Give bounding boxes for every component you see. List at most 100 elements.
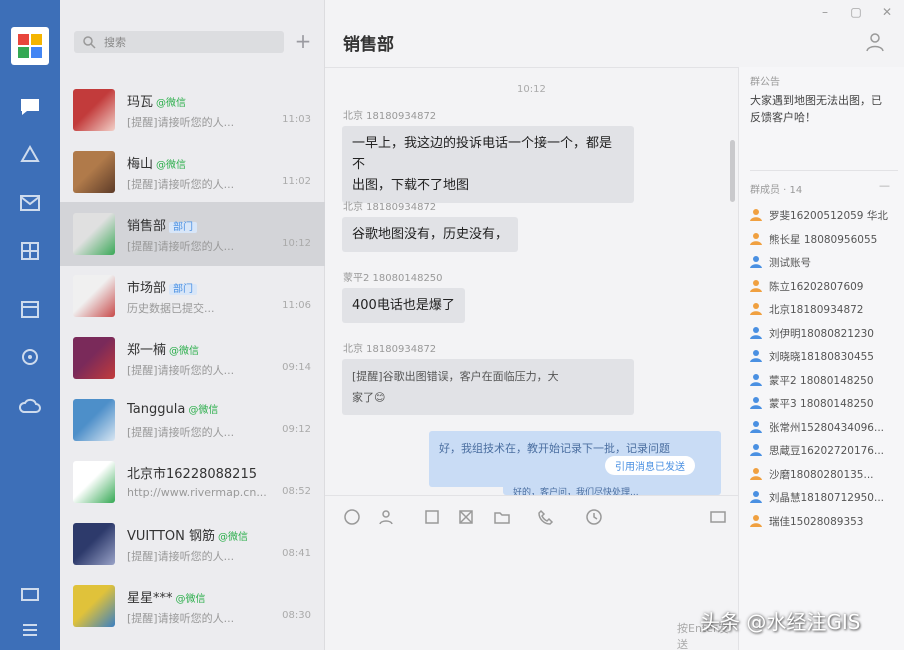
member-item[interactable]: 蒙平3 18080148250 [750,394,902,414]
contacts-icon[interactable] [18,144,42,166]
conversation-time: 11:03 [282,114,311,125]
menu-icon[interactable] [18,619,42,641]
member-item[interactable]: 刘晶慧18180712950... [750,488,902,508]
message-sender: 北京 18180934872 [343,202,437,213]
member-item[interactable]: 北京18180934872 [750,300,902,320]
user-icon [750,443,762,456]
group-profile-icon[interactable] [864,31,886,53]
settings-icon[interactable] [18,346,42,368]
member-item[interactable]: 思蔵豆16202720176... [750,441,902,461]
conversation-item[interactable]: 北京市16228088215 http://www.rivermap.cn... 0… [60,450,325,514]
conversation-name: Tanggula @微信 [127,401,218,417]
screen-icon[interactable] [18,584,42,606]
quote-chip[interactable]: 引用消息已发送 [605,456,695,475]
message-sender: 北京 18180934872 [343,344,437,355]
member-name: 北京18180934872 [769,304,864,316]
message-bubble[interactable]: 400电话也是爆了 [342,288,465,323]
conversation-name: VUITTON 钢筋 @微信 [127,525,248,544]
user-icon [750,349,762,362]
member-item[interactable]: 刘晓晓18180830455 [750,347,902,367]
cloud-icon[interactable] [18,395,42,417]
app-logo[interactable] [11,27,49,65]
conversation-preview: [提醒]请接听您的人... [127,612,235,625]
member-item[interactable]: 瑞佳15028089353 [750,512,902,532]
divider [325,67,738,68]
member-item[interactable]: 罗斐16200512059 华北 [750,206,902,226]
minimize-button[interactable]: – [818,5,832,19]
message-bubble[interactable]: [提醒]谷歌出图错误，客户在面临压力，大 家了😊 [342,359,634,415]
member-name: 蒙平3 18080148250 [769,398,874,410]
message-line: [提醒]谷歌出图错误，客户在面临压力，大 [352,370,559,383]
watermark: 头条 @水经注GIS [700,610,861,634]
member-name: 罗斐16200512059 华北 [769,210,888,222]
screenshot-icon[interactable] [457,508,475,526]
member-item[interactable]: 熊长星 18080956055 [750,230,902,250]
mention-icon[interactable] [377,508,395,526]
chat-icon[interactable] [18,96,42,118]
avatar [73,523,115,565]
avatar [73,399,115,441]
conversation-tag: 部门 [169,222,198,233]
conversation-item[interactable]: Tanggula @微信 [提醒]请接听您的人... 09:12 [60,388,325,452]
conversation-preview: http://www.rivermap.cn... [127,486,267,499]
expand-icon[interactable] [709,508,727,526]
apps-icon[interactable] [18,240,42,262]
self-message-bubble[interactable]: 好的，客户问，我们尽快处理... [503,481,721,495]
user-icon [750,208,762,221]
message-bubble[interactable]: 谷歌地图没有，历史没有， [342,217,519,252]
conversation-name: 星星*** @微信 [127,587,206,606]
conversation-name-text: 玛瓦 [127,95,154,110]
add-button[interactable]: + [292,29,314,53]
conversation-name-text: 销售部 [127,219,167,234]
member-item[interactable]: 张常州15280434096... [750,418,902,438]
message-bubble[interactable]: 一早上，我这边的投诉电话一个接一个，都是不 出图，下载不了地图 [342,126,634,203]
member-item[interactable]: 刘伊明18080821230 [750,324,902,344]
member-name: 瑞佳15028089353 [769,515,864,528]
conversation-name-text: Tanggula [127,402,186,417]
member-item[interactable]: 陈立16202807609 [750,277,902,297]
message-line: 谷歌地图没有，历史没有， [352,227,509,242]
search-input[interactable]: 搜索 [74,31,284,53]
conversation-name: 梅山 @微信 [127,153,186,172]
chat-title: 销售部 [343,35,394,55]
conversation-list: 搜索 + 玛瓦 @微信 [提醒]请接听您的人... 11:03 梅山 @微信 [提醒]请接听… [60,0,325,650]
conversation-time: 09:14 [282,362,311,373]
message-sender: 蒙平2 18080148250 [343,273,443,284]
message-line: 家了😊 [352,391,386,404]
search-placeholder: 搜索 [104,36,126,49]
conversation-item[interactable]: 星星*** @微信 [提醒]请接听您的人... 08:30 [60,574,325,638]
scrollbar[interactable] [730,140,735,202]
phone-icon[interactable] [537,508,555,526]
conversation-preview: [提醒]请接听您的人... [127,116,235,129]
emoji-icon[interactable] [343,508,361,526]
avatar [73,89,115,131]
conversation-item[interactable]: 郑一楠 @微信 [提醒]请接听您的人... 09:14 [60,326,325,390]
user-icon [750,255,762,268]
close-button[interactable]: ✕ [880,5,894,19]
member-item[interactable]: 沙磨18080280135... [750,465,902,485]
conversation-name: 北京市16228088215 [127,463,257,482]
history-icon[interactable] [585,508,603,526]
message-line: 出图，下载不了地图 [352,178,470,193]
conversation-preview: [提醒]请接听您的人... [127,240,235,253]
collapse-button[interactable]: — [879,179,890,192]
message-line: 400电话也是爆了 [352,298,455,313]
conversation-item[interactable]: 市场部 部门 历史数据已提交... 11:06 [60,264,325,328]
member-name: 沙磨18080280135... [769,468,874,481]
mail-icon[interactable] [18,192,42,214]
file-icon[interactable] [423,508,441,526]
conversation-item[interactable]: 销售部 部门 [提醒]请接听您的人... 10:12 [60,202,325,266]
member-item[interactable]: 蒙平2 18080148250 [750,371,902,391]
folder-icon[interactable] [493,508,511,526]
conversation-item[interactable]: VUITTON 钢筋 @微信 [提醒]请接听您的人... 08:41 [60,512,325,576]
calendar-icon[interactable] [18,298,42,320]
conversation-time: 09:12 [282,424,311,435]
notice-text[interactable]: 大家遇到地图无法出图，已反馈客户哈！ [750,92,890,126]
conversation-item[interactable]: 玛瓦 @微信 [提醒]请接听您的人... 11:03 [60,78,325,142]
avatar [73,337,115,379]
member-item[interactable]: 测试账号 [750,253,902,273]
conversation-preview: [提醒]请接听您的人... [127,426,235,439]
conversation-item[interactable]: 梅山 @微信 [提醒]请接听您的人... 11:02 [60,140,325,204]
conversation-name-text: 郑一楠 [127,343,167,358]
maximize-button[interactable]: ▢ [849,5,863,19]
